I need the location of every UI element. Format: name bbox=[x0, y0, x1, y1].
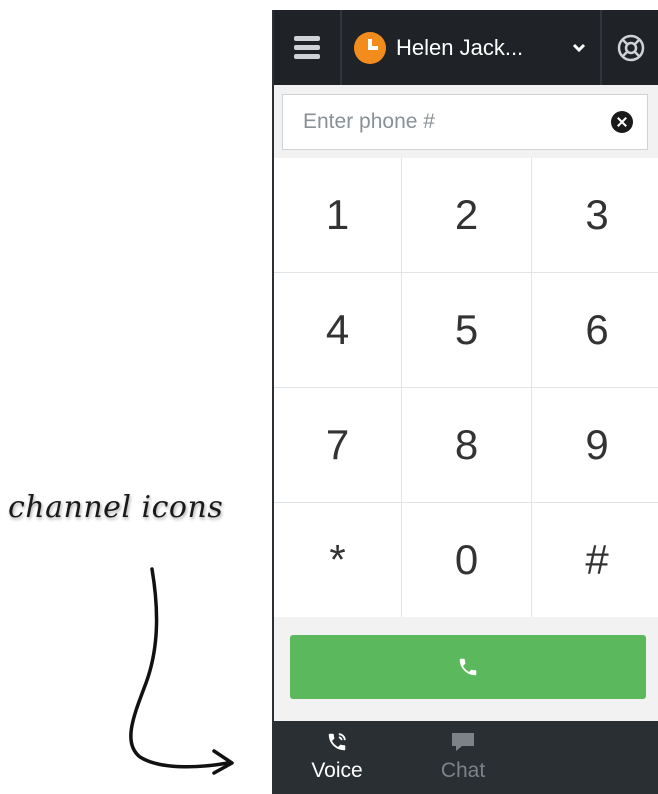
hamburger-menu-icon bbox=[294, 32, 320, 63]
key-hash[interactable]: # bbox=[532, 503, 658, 617]
chat-icon bbox=[452, 733, 474, 751]
call-area bbox=[274, 617, 658, 721]
annotation-arrow-icon bbox=[129, 567, 234, 775]
key-4[interactable]: 4 bbox=[274, 273, 401, 387]
key-0[interactable]: 0 bbox=[402, 503, 531, 617]
support-button[interactable] bbox=[602, 10, 658, 85]
call-button[interactable] bbox=[290, 635, 646, 699]
chevron-down-icon bbox=[572, 43, 586, 52]
annotation-label: channel icons bbox=[8, 490, 224, 525]
status-clock-icon bbox=[354, 31, 386, 64]
key-3[interactable]: 3 bbox=[532, 158, 658, 272]
tab-chat-label: Chat bbox=[440, 759, 486, 782]
phone-icon bbox=[459, 658, 477, 676]
voice-icon bbox=[328, 733, 346, 751]
menu-button[interactable] bbox=[274, 10, 342, 85]
dialer-widget: Helen Jack... 1 2 3 4 5 6 7 8 9 * 0 # bbox=[272, 10, 658, 794]
phone-input-row bbox=[282, 94, 648, 150]
tab-voice-label: Voice bbox=[311, 759, 363, 782]
agent-name: Helen Jack... bbox=[396, 34, 524, 60]
channel-bar: Voice Chat bbox=[274, 721, 658, 794]
key-6[interactable]: 6 bbox=[532, 273, 658, 387]
support-icon bbox=[617, 34, 645, 61]
key-8[interactable]: 8 bbox=[402, 388, 531, 502]
tab-voice[interactable]: Voice bbox=[274, 721, 400, 794]
phone-number-input[interactable] bbox=[283, 94, 611, 150]
clear-icon[interactable] bbox=[611, 111, 633, 133]
keypad: 1 2 3 4 5 6 7 8 9 * 0 # bbox=[274, 158, 658, 617]
agent-status-dropdown[interactable]: Helen Jack... bbox=[342, 10, 602, 85]
key-star[interactable]: * bbox=[274, 503, 401, 617]
key-9[interactable]: 9 bbox=[532, 388, 658, 502]
key-5[interactable]: 5 bbox=[402, 273, 531, 387]
key-7[interactable]: 7 bbox=[274, 388, 401, 502]
key-1[interactable]: 1 bbox=[274, 158, 401, 272]
tab-chat[interactable]: Chat bbox=[400, 721, 526, 794]
top-bar: Helen Jack... bbox=[274, 10, 658, 85]
key-2[interactable]: 2 bbox=[402, 158, 531, 272]
